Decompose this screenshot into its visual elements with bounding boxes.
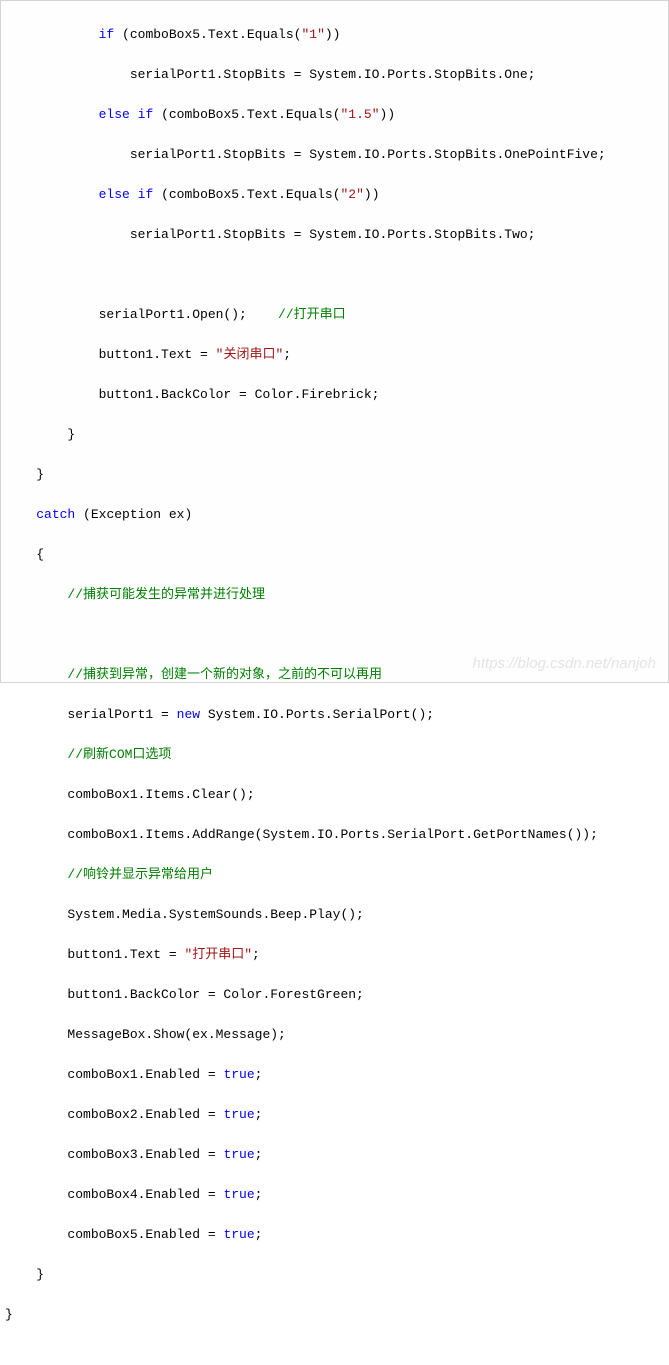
code-text: comboBox5.Enabled =: [5, 1227, 223, 1242]
code-text: serialPort1 =: [5, 707, 177, 722]
code-line: else if (comboBox5.Text.Equals("2")): [5, 185, 668, 205]
code-line: else if (comboBox5.Text.Equals("1.5")): [5, 105, 668, 125]
code-line: serialPort1.StopBits = System.IO.Ports.S…: [5, 65, 668, 85]
string-literal: "打开串口": [184, 947, 252, 962]
comment: //捕获可能发生的异常并进行处理: [67, 587, 265, 602]
code-text: ;: [255, 1187, 263, 1202]
string-literal: "关闭串口": [216, 347, 284, 362]
code-line: [5, 625, 668, 645]
code-line: //捕获可能发生的异常并进行处理: [5, 585, 668, 605]
code-text: )): [380, 107, 396, 122]
code-line: if (comboBox5.Text.Equals("1")): [5, 25, 668, 45]
code-line: comboBox5.Enabled = true;: [5, 1225, 668, 1245]
code-line: button1.Text = "关闭串口";: [5, 345, 668, 365]
code-line: button1.BackColor = Color.ForestGreen;: [5, 985, 668, 1005]
code-line: }: [5, 425, 668, 445]
code-line: MessageBox.Show(ex.Message);: [5, 1025, 668, 1045]
code-line: }: [5, 1305, 668, 1325]
keyword: else: [99, 107, 130, 122]
code-text: ;: [255, 1147, 263, 1162]
code-text: )): [364, 187, 380, 202]
keyword: else: [99, 187, 130, 202]
code-line: serialPort1.Open(); //打开串口: [5, 305, 668, 325]
comment: //打开串口: [278, 307, 346, 322]
code-text: ;: [252, 947, 260, 962]
code-line: //刷新COM口选项: [5, 745, 668, 765]
code-line: //捕获到异常，创建一个新的对象，之前的不可以再用: [5, 665, 668, 685]
code-text: comboBox1.Enabled =: [5, 1067, 223, 1082]
code-line: serialPort1 = new System.IO.Ports.Serial…: [5, 705, 668, 725]
code-line: comboBox3.Enabled = true;: [5, 1145, 668, 1165]
code-text: )): [325, 27, 341, 42]
code-line: serialPort1.StopBits = System.IO.Ports.S…: [5, 225, 668, 245]
keyword: if: [138, 187, 154, 202]
code-text: button1.Text =: [5, 947, 184, 962]
code-text: System.IO.Ports.SerialPort();: [200, 707, 434, 722]
code-line: comboBox1.Items.Clear();: [5, 785, 668, 805]
code-line: comboBox2.Enabled = true;: [5, 1105, 668, 1125]
code-text: ;: [255, 1067, 263, 1082]
code-line: button1.BackColor = Color.Firebrick;: [5, 385, 668, 405]
code-line: System.Media.SystemSounds.Beep.Play();: [5, 905, 668, 925]
code-line: //响铃并显示异常给用户: [5, 865, 668, 885]
code-text: comboBox2.Enabled =: [5, 1107, 223, 1122]
keyword: if: [99, 27, 115, 42]
keyword: catch: [36, 507, 75, 522]
keyword: new: [177, 707, 200, 722]
code-line: }: [5, 1265, 668, 1285]
string-literal: "2": [341, 187, 364, 202]
keyword: true: [223, 1107, 254, 1122]
code-text: button1.Text =: [5, 347, 216, 362]
code-text: [130, 107, 138, 122]
code-text: (comboBox5.Text.Equals(: [153, 187, 340, 202]
code-line: }: [5, 465, 668, 485]
code-text: ;: [255, 1227, 263, 1242]
keyword: true: [223, 1067, 254, 1082]
keyword: true: [223, 1227, 254, 1242]
code-line: comboBox4.Enabled = true;: [5, 1185, 668, 1205]
comment: //刷新COM口选项: [67, 747, 171, 762]
keyword: true: [223, 1147, 254, 1162]
code-text: (Exception ex): [75, 507, 192, 522]
code-line: [5, 265, 668, 285]
code-text: ;: [283, 347, 291, 362]
code-text: ;: [255, 1107, 263, 1122]
comment: //捕获到异常，创建一个新的对象，之前的不可以再用: [67, 667, 382, 682]
code-text: comboBox3.Enabled =: [5, 1147, 223, 1162]
code-text: (comboBox5.Text.Equals(: [153, 107, 340, 122]
code-line: button1.Text = "打开串口";: [5, 945, 668, 965]
code-text: serialPort1.Open();: [5, 307, 278, 322]
comment: //响铃并显示异常给用户: [67, 867, 213, 882]
code-line: comboBox1.Items.AddRange(System.IO.Ports…: [5, 825, 668, 845]
string-literal: "1.5": [341, 107, 380, 122]
keyword: true: [223, 1187, 254, 1202]
code-line: comboBox1.Enabled = true;: [5, 1065, 668, 1085]
code-text: comboBox4.Enabled =: [5, 1187, 223, 1202]
string-literal: "1": [301, 27, 324, 42]
code-block: if (comboBox5.Text.Equals("1")) serialPo…: [0, 0, 669, 683]
code-line: {: [5, 545, 668, 565]
code-text: [130, 187, 138, 202]
code-text: (comboBox5.Text.Equals(: [114, 27, 301, 42]
code-line: serialPort1.StopBits = System.IO.Ports.S…: [5, 145, 668, 165]
keyword: if: [138, 107, 154, 122]
code-line: catch (Exception ex): [5, 505, 668, 525]
